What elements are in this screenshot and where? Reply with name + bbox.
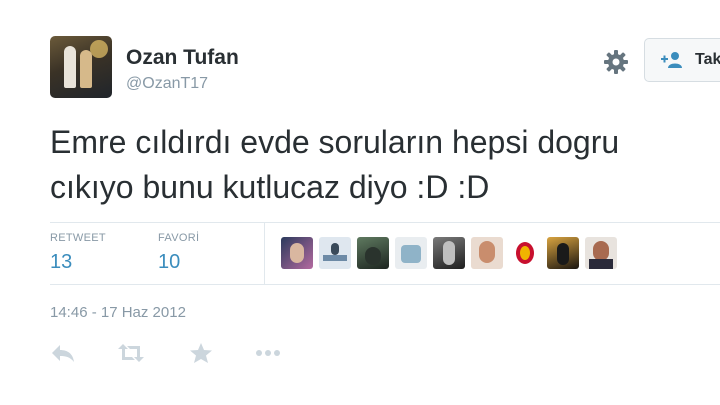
tweet-text: Emre cıldırdı evde soruların hepsi dogru…: [50, 120, 720, 210]
avatar-person-1: [64, 46, 76, 88]
stats-divider-bottom: [50, 284, 720, 285]
favorite-count[interactable]: 10: [158, 251, 180, 274]
favoriter-avatar[interactable]: [357, 237, 389, 269]
favorite-icon[interactable]: [188, 342, 214, 364]
author-handle[interactable]: @OzanT17: [126, 75, 208, 93]
tweet-timestamp[interactable]: 14:46 - 17 Haz 2012: [50, 304, 186, 321]
favoriter-avatar[interactable]: [585, 237, 617, 269]
retweet-label[interactable]: RETWEET: [50, 232, 106, 244]
gear-icon[interactable]: [602, 48, 630, 76]
tweet-text-line-2: cıkıyo bunu kutlucaz diyo :D :D: [50, 169, 490, 205]
stats-divider-top: [50, 222, 720, 223]
more-icon[interactable]: [255, 342, 281, 364]
avatar-person-2: [80, 50, 92, 88]
favoriter-avatar[interactable]: [547, 237, 579, 269]
favoriter-avatar[interactable]: [395, 237, 427, 269]
favoriter-avatar[interactable]: [471, 237, 503, 269]
avatar-light: [90, 40, 108, 58]
reply-icon[interactable]: [50, 342, 76, 364]
author-name[interactable]: Ozan Tufan: [126, 46, 239, 70]
follow-button[interactable]: Tak: [644, 38, 720, 82]
add-user-icon: [661, 52, 682, 68]
retweet-count[interactable]: 13: [50, 251, 72, 274]
follow-button-label: Tak: [695, 51, 720, 68]
favoriter-avatar[interactable]: [319, 237, 351, 269]
tweet-text-line-1: Emre cıldırdı evde soruların hepsi dogru: [50, 124, 620, 160]
galatasaray-logo-icon[interactable]: [509, 237, 541, 269]
retweet-icon[interactable]: [118, 342, 144, 364]
favorite-label[interactable]: FAVORİ: [158, 232, 199, 244]
stats-separator: [264, 222, 265, 284]
favoriter-avatar[interactable]: [281, 237, 313, 269]
favoriter-avatar[interactable]: [433, 237, 465, 269]
author-avatar[interactable]: [50, 36, 112, 98]
